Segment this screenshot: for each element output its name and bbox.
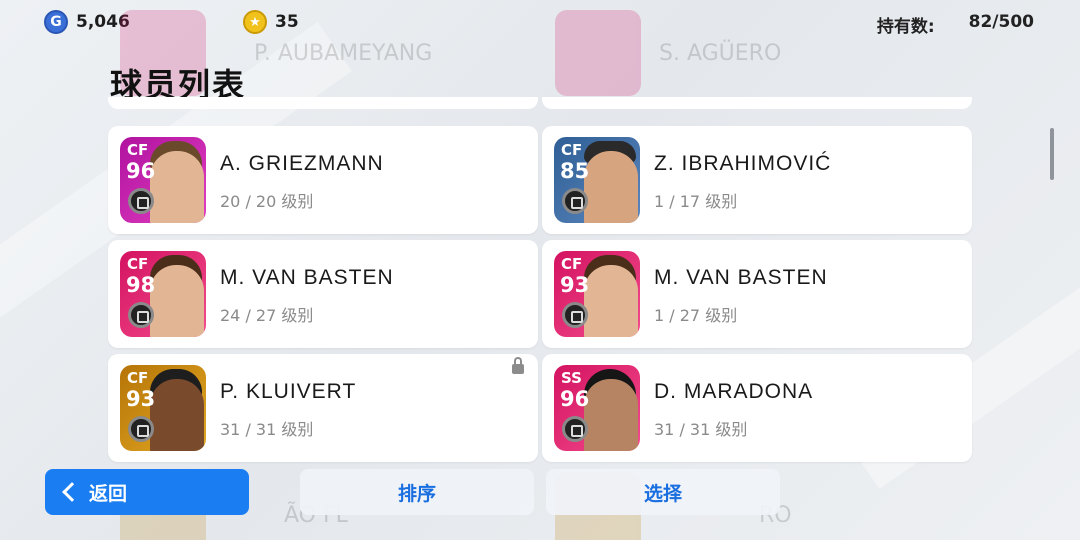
ghost-thumb xyxy=(555,10,641,96)
ghost-name: S. AGÜERO xyxy=(659,40,782,66)
player-thumbnail: SS 96 xyxy=(554,365,640,451)
player-thumbnail: CF 93 xyxy=(120,365,206,451)
list-item-partial[interactable] xyxy=(108,97,538,109)
player-rating: 93 xyxy=(126,387,156,411)
player-name: D. MARADONA xyxy=(654,380,814,403)
player-name: A. GRIEZMANN xyxy=(220,152,384,175)
back-label: 返回 xyxy=(89,482,128,505)
player-position: SS xyxy=(561,369,582,387)
player-rating: 96 xyxy=(560,387,590,411)
player-card[interactable]: CF 93 M. VAN BASTEN 1 / 27 级别 xyxy=(542,240,972,348)
player-rating: 98 xyxy=(126,273,156,297)
player-position: CF xyxy=(127,369,149,387)
player-position: CF xyxy=(561,141,583,159)
team-badge-icon xyxy=(562,416,588,442)
player-card[interactable]: CF 98 M. VAN BASTEN 24 / 27 级别 xyxy=(108,240,538,348)
player-level: 20 / 20 级别 xyxy=(220,192,314,211)
player-thumbnail: CF 98 xyxy=(120,251,206,337)
player-card[interactable]: CF 93 P. KLUIVERT 31 / 31 级别 xyxy=(108,354,538,462)
player-position: CF xyxy=(127,255,149,273)
lock-icon xyxy=(512,357,524,374)
player-level: 31 / 31 级别 xyxy=(654,420,748,439)
select-label: 选择 xyxy=(643,482,682,505)
chevron-left-icon xyxy=(62,482,82,502)
player-thumbnail: CF 96 xyxy=(120,137,206,223)
player-position: CF xyxy=(561,255,583,273)
ghost-name: P. AUBAMEYANG xyxy=(254,40,433,66)
player-thumbnail: CF 85 xyxy=(554,137,640,223)
list-item-partial[interactable] xyxy=(542,97,972,109)
player-card[interactable]: CF 85 Z. IBRAHIMOVIĆ 1 / 17 级别 xyxy=(542,126,972,234)
player-thumbnail: CF 93 xyxy=(554,251,640,337)
player-card[interactable]: SS 96 D. MARADONA 31 / 31 级别 xyxy=(542,354,972,462)
gp-coin-icon: G xyxy=(44,10,68,34)
player-name: Z. IBRAHIMOVIĆ xyxy=(654,152,832,175)
back-button[interactable]: 返回 xyxy=(45,469,249,515)
team-badge-icon xyxy=(562,302,588,328)
sort-label: 排序 xyxy=(397,482,436,505)
ghost-card: S. AGÜERO xyxy=(555,10,985,96)
player-rating: 96 xyxy=(126,159,156,183)
player-level: 1 / 17 级别 xyxy=(654,192,738,211)
team-badge-icon xyxy=(128,416,154,442)
team-badge-icon xyxy=(128,188,154,214)
team-badge-icon xyxy=(562,188,588,214)
player-level: 24 / 27 级别 xyxy=(220,306,314,325)
player-name: M. VAN BASTEN xyxy=(654,266,828,289)
player-position: CF xyxy=(127,141,149,159)
sort-button[interactable]: 排序 xyxy=(300,469,534,515)
select-button[interactable]: 选择 xyxy=(546,469,780,515)
team-badge-icon xyxy=(128,302,154,328)
player-level: 31 / 31 级别 xyxy=(220,420,314,439)
player-name: P. KLUIVERT xyxy=(220,380,357,403)
gp-balance: G 5,046 xyxy=(44,10,130,34)
player-card[interactable]: CF 96 A. GRIEZMANN 20 / 20 级别 xyxy=(108,126,538,234)
player-rating: 85 xyxy=(560,159,590,183)
player-rating: 93 xyxy=(560,273,590,297)
scrollbar[interactable] xyxy=(1050,128,1054,180)
player-level: 1 / 27 级别 xyxy=(654,306,738,325)
player-name: M. VAN BASTEN xyxy=(220,266,394,289)
